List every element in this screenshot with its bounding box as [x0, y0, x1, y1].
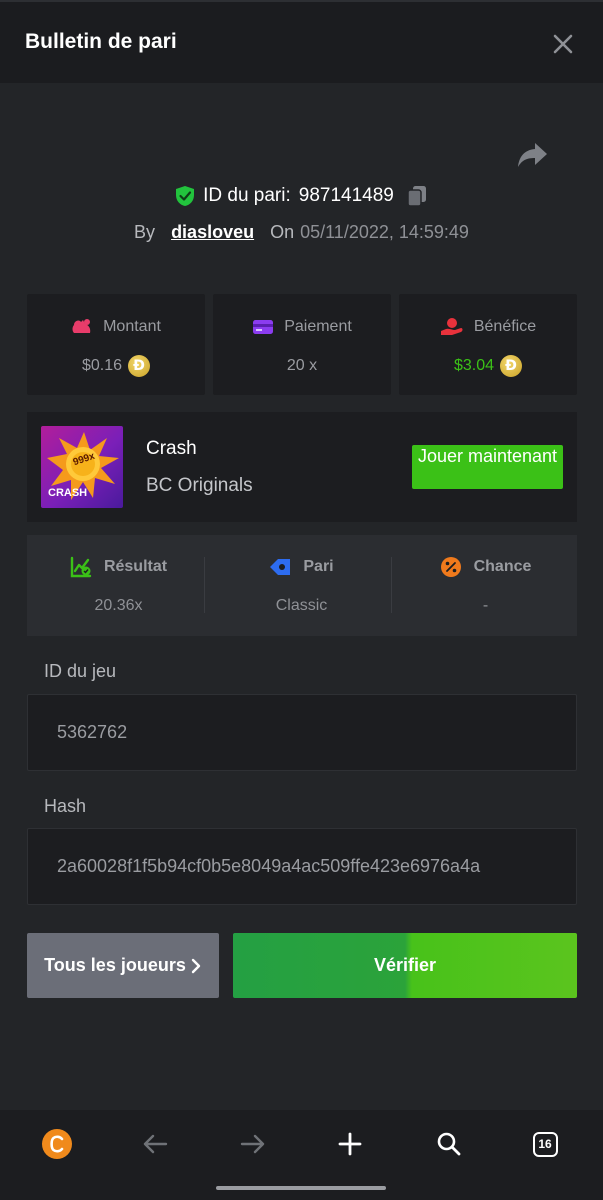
bet-id-label: ID du pari: — [203, 185, 291, 206]
profit-card: Bénéfice $3.04 Đ — [399, 294, 577, 395]
share-icon — [518, 143, 547, 167]
payout-label: Paiement — [284, 318, 352, 335]
chevron-right-icon — [191, 958, 201, 973]
ticket-icon — [270, 559, 291, 575]
search-button[interactable] — [429, 1124, 469, 1164]
shield-check-icon — [176, 186, 195, 206]
result-label: Résultat — [103, 558, 168, 575]
new-tab-button[interactable] — [330, 1124, 370, 1164]
payout-card: Paiement 20 x — [213, 294, 391, 395]
thumb-crash-label: CRASH — [48, 487, 88, 499]
payout-value: 20 x — [286, 357, 318, 374]
divider — [391, 557, 392, 613]
crash-game-thumbnail[interactable]: 999x CRASH — [41, 426, 123, 508]
bet-slip-screen: Bulletin de pari ID du pari: 987141489 B… — [0, 0, 603, 1200]
tabs-button[interactable]: 16 — [525, 1124, 565, 1164]
divider — [204, 557, 205, 613]
play-now-button[interactable]: Jouer maintenant — [412, 445, 563, 489]
result-value: 20.36x — [94, 597, 143, 614]
chance-value: - — [482, 597, 489, 614]
bet-datetime: 05/11/2022, 14:59:49 — [300, 221, 469, 242]
game-provider: BC Originals — [146, 475, 253, 496]
all-players-button[interactable]: Tous les joueurs — [27, 933, 219, 998]
result-column: Résultat 20.36x — [27, 535, 210, 636]
by-label: By — [134, 221, 156, 242]
verify-button[interactable]: Vérifier — [233, 933, 577, 998]
home-indicator — [216, 1186, 386, 1190]
close-icon — [553, 34, 573, 54]
on-label: On — [270, 221, 295, 242]
money-bag-icon — [72, 319, 91, 333]
forward-button[interactable] — [233, 1124, 273, 1164]
chance-column: Chance - — [394, 535, 577, 636]
header-bar: Bulletin de pari — [0, 0, 603, 83]
hash-label: Hash — [44, 796, 87, 816]
profit-label: Bénéfice — [473, 318, 537, 335]
arrow-right-icon — [240, 1134, 265, 1154]
game-card: 999x CRASH Crash BC Originals Jouer main… — [27, 412, 577, 522]
browser-logo-icon — [42, 1129, 72, 1159]
share-button[interactable] — [516, 140, 550, 170]
game-id-field[interactable]: 5362762 — [27, 694, 577, 771]
profit-value: $3.04 — [453, 357, 495, 374]
bet-id-value: 987141489 — [298, 185, 394, 206]
doge-coin-icon: Đ — [128, 355, 151, 377]
tabs-count: 16 — [538, 1137, 552, 1151]
bet-type-column: Pari Classic — [210, 535, 393, 636]
browser-logo-button[interactable] — [37, 1124, 77, 1164]
amount-label: Montant — [103, 318, 161, 335]
back-button[interactable] — [135, 1124, 175, 1164]
percent-icon — [440, 557, 461, 577]
search-icon — [437, 1132, 461, 1156]
copy-icon — [407, 186, 426, 207]
tabs-count-icon: 16 — [532, 1131, 558, 1157]
all-players-label: Tous les joueurs — [44, 955, 186, 975]
bet-author-row: By diasloveu On 05/11/2022, 14:59:49 — [0, 219, 603, 245]
hash-field[interactable]: 2a60028f1f5b94cf0b5e8049a4ac509ffe423e69… — [27, 828, 577, 905]
username-link[interactable]: diasloveu — [171, 222, 254, 243]
chart-check-icon — [70, 556, 92, 578]
page-title: Bulletin de pari — [25, 30, 177, 53]
game-name: Crash — [146, 438, 197, 459]
bet-id-row: ID du pari: 987141489 — [0, 182, 603, 210]
plus-icon — [338, 1132, 362, 1156]
amount-value: $0.16 — [81, 357, 123, 374]
game-id-label: ID du jeu — [44, 661, 117, 681]
close-button[interactable] — [548, 30, 578, 58]
profit-hand-icon — [440, 318, 463, 335]
arrow-left-icon — [143, 1134, 168, 1154]
copy-button[interactable] — [406, 184, 428, 208]
chance-label: Chance — [473, 558, 532, 575]
amount-card: Montant $0.16 Đ — [27, 294, 205, 395]
result-card: Résultat 20.36x Pari Classic Chance - — [27, 535, 577, 636]
bet-type-value: Classic — [275, 597, 328, 614]
bet-type-label: Pari — [303, 558, 334, 575]
doge-coin-icon: Đ — [500, 355, 523, 377]
card-icon — [253, 320, 274, 334]
